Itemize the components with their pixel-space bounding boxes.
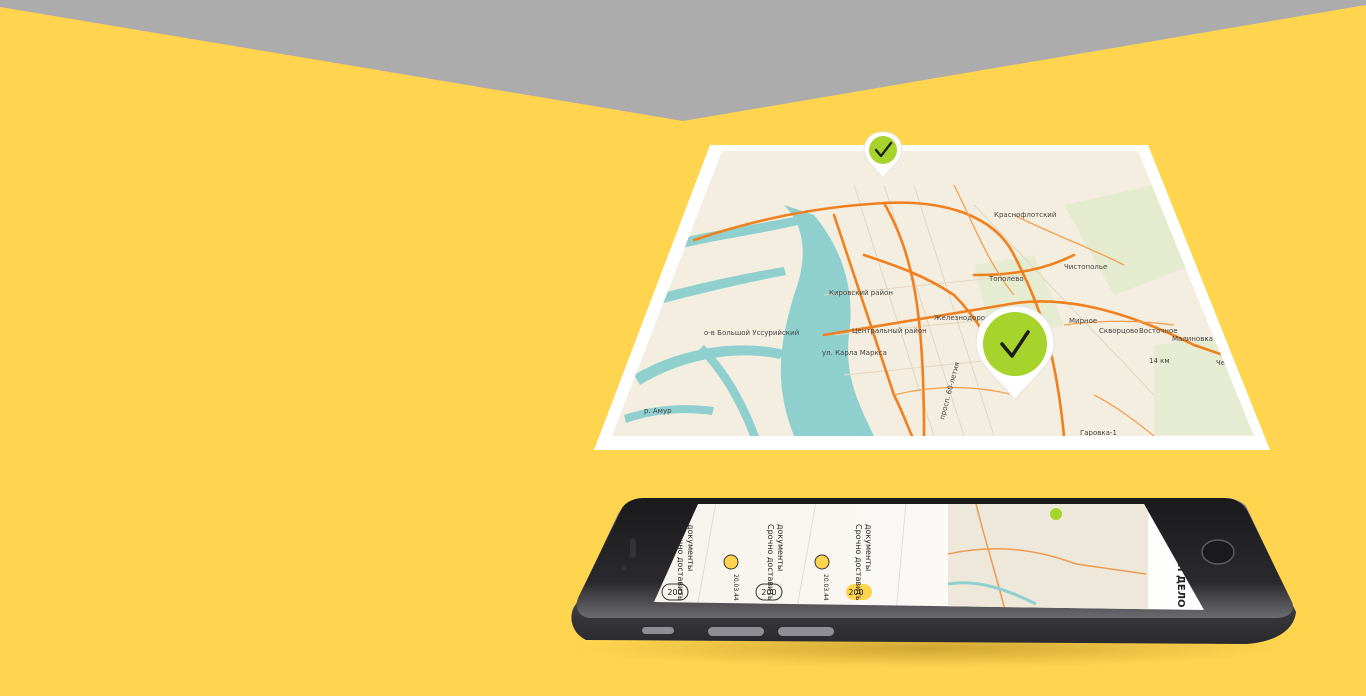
map-label-vostochnoe: Восточное <box>1139 327 1178 335</box>
map-pin-main[interactable] <box>970 302 1060 406</box>
map-label-river: р. Амур <box>644 407 672 415</box>
list-item-title: Срочно доставить <box>854 524 863 601</box>
earpiece <box>630 538 636 558</box>
map-label-kirov: Кировский район <box>829 289 893 297</box>
timer-icon <box>723 554 739 570</box>
list-item-subtitle: документы <box>864 524 873 571</box>
phone: 200 200 200 Срочно доставить документы С… <box>571 498 1296 644</box>
phone-map <box>948 504 1148 610</box>
list-item-time: 20.03.44 <box>732 574 739 601</box>
map-label-central: Центральный район <box>852 327 927 335</box>
list-item-subtitle: документы <box>776 524 785 571</box>
hero-stage: р. Амур о-в Большой Уссурийский Кировски… <box>0 0 1366 696</box>
map-label-topolevo: Тополево <box>988 275 1024 283</box>
map-label-cherny: Черн. <box>1216 359 1236 367</box>
map-label-mirnoe: Мирное <box>1069 317 1097 325</box>
map-label-street: ул. Карла Маркса <box>822 349 887 357</box>
map-label-chistopolye: Чистополье <box>1064 263 1107 271</box>
list-item-title: Срочно доставить <box>766 524 775 601</box>
city-map: р. Амур о-в Большой Уссурийский Кировски… <box>612 151 1254 437</box>
volume-up-button[interactable] <box>708 627 764 636</box>
phone-screen: 200 200 200 Срочно доставить документы С… <box>654 504 1204 610</box>
timer-icon <box>814 554 830 570</box>
home-button[interactable] <box>1201 539 1235 565</box>
map-label-island: о-в Большой Уссурийский <box>704 329 799 337</box>
map-label-km: 14 км <box>1149 357 1170 365</box>
map-label-malinovka: Малиновка <box>1172 335 1213 343</box>
map-pin-top[interactable] <box>860 128 906 184</box>
map-label-skvortsovo: Скворцово <box>1099 327 1138 335</box>
map-label-krasnoflotsky: Краснофлотский <box>994 211 1056 219</box>
mute-switch[interactable] <box>642 627 674 634</box>
front-camera <box>621 565 627 571</box>
map-label-garovka: Гаровка-1 <box>1080 429 1117 437</box>
volume-down-button[interactable] <box>778 627 834 636</box>
phone-map-pin[interactable] <box>1050 508 1062 520</box>
map-card: р. Амур о-в Большой Уссурийский Кировски… <box>594 145 1270 450</box>
list-item-subtitle: документы <box>686 524 695 571</box>
top-gray-band <box>0 0 1366 121</box>
list-item-time: 20.03.44 <box>822 574 829 601</box>
